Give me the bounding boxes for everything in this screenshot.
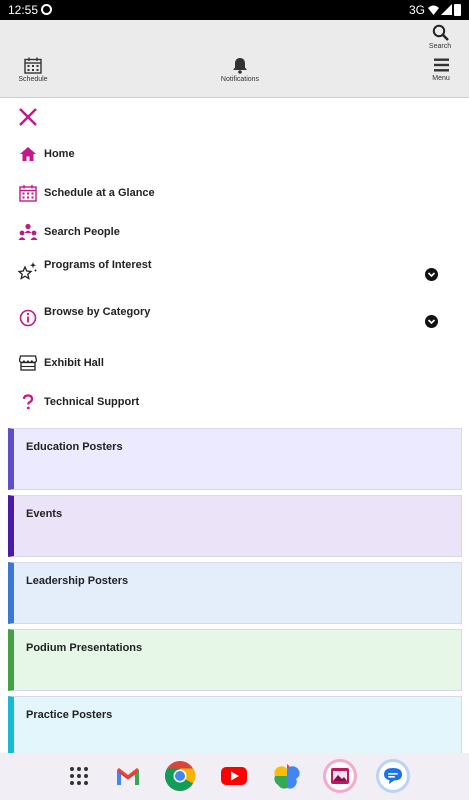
category-label: Podium Presentations bbox=[26, 642, 143, 654]
chrome-icon[interactable] bbox=[163, 759, 197, 793]
navigation-drawer: Home Schedule at a Glance Search People … bbox=[0, 98, 469, 753]
top-nav: Search Schedule Notifications Menu bbox=[0, 20, 469, 98]
schedule-button[interactable]: Schedule bbox=[14, 57, 52, 83]
app-drawer-icon[interactable] bbox=[62, 759, 96, 793]
home-icon bbox=[18, 144, 38, 164]
question-icon bbox=[18, 392, 38, 412]
menu-item-label: Exhibit Hall bbox=[44, 357, 104, 369]
battery-icon bbox=[454, 4, 461, 16]
status-bar: 12:55 3G bbox=[0, 0, 469, 20]
menu-item-exhibit-hall[interactable]: Exhibit Hall bbox=[18, 348, 458, 378]
app-dock bbox=[0, 753, 469, 800]
menu-item-label: Schedule at a Glance bbox=[44, 187, 155, 199]
menu-item-label: Browse by Category bbox=[44, 306, 151, 318]
bell-icon bbox=[233, 58, 247, 74]
notifications-button[interactable]: Notifications bbox=[212, 57, 268, 83]
calendar-icon bbox=[24, 57, 42, 74]
menu-item-search-people[interactable]: Search People bbox=[18, 217, 458, 247]
category-label: Leadership Posters bbox=[26, 575, 129, 587]
search-icon bbox=[432, 24, 449, 41]
menu-item-programs-of-interest[interactable]: Programs of Interest bbox=[18, 256, 458, 286]
people-icon bbox=[18, 222, 38, 242]
notifications-label: Notifications bbox=[220, 76, 260, 83]
category-label: Education Posters bbox=[26, 441, 123, 453]
youtube-icon[interactable] bbox=[217, 759, 251, 793]
signal-icon bbox=[441, 4, 452, 15]
search-button[interactable]: Search bbox=[425, 24, 455, 50]
close-icon[interactable] bbox=[17, 106, 39, 128]
info-icon bbox=[18, 308, 38, 328]
hamburger-icon bbox=[433, 58, 449, 72]
chevron-down-icon[interactable] bbox=[425, 268, 438, 281]
storefront-icon bbox=[18, 353, 38, 373]
calendar-icon bbox=[18, 183, 38, 203]
wifi-icon bbox=[428, 5, 439, 15]
chevron-down-icon[interactable] bbox=[425, 315, 438, 328]
gallery-icon[interactable] bbox=[323, 759, 357, 793]
menu-item-label: Home bbox=[44, 148, 75, 160]
menu-button[interactable]: Menu bbox=[426, 57, 456, 82]
clock: 12:55 bbox=[8, 3, 39, 17]
category-card-leadership-posters[interactable]: Leadership Posters bbox=[8, 562, 462, 624]
gmail-icon[interactable] bbox=[111, 759, 145, 793]
menu-item-label: Search People bbox=[44, 226, 120, 238]
menu-label: Menu bbox=[432, 75, 450, 82]
category-card-podium-presentations[interactable]: Podium Presentations bbox=[8, 629, 462, 691]
menu-item-home[interactable]: Home bbox=[18, 139, 458, 169]
notification-dot-icon bbox=[41, 4, 52, 15]
menu-item-label: Programs of Interest bbox=[44, 259, 152, 271]
menu-item-schedule-at-a-glance[interactable]: Schedule at a Glance bbox=[18, 178, 458, 208]
category-label: Events bbox=[26, 508, 63, 520]
search-label: Search bbox=[428, 43, 452, 50]
messages-icon[interactable] bbox=[376, 759, 410, 793]
schedule-label: Schedule bbox=[18, 76, 48, 83]
menu-item-label: Technical Support bbox=[44, 396, 140, 408]
sparkle-star-icon bbox=[18, 261, 38, 281]
category-card-practice-posters[interactable]: Practice Posters bbox=[8, 696, 462, 753]
photos-icon[interactable] bbox=[270, 759, 304, 793]
menu-item-technical-support[interactable]: Technical Support bbox=[18, 387, 458, 417]
category-label: Practice Posters bbox=[26, 709, 113, 721]
menu-item-browse-by-category[interactable]: Browse by Category bbox=[18, 303, 458, 333]
category-card-education-posters[interactable]: Education Posters bbox=[8, 428, 462, 490]
network-type: 3G bbox=[409, 3, 426, 17]
category-card-events[interactable]: Events bbox=[8, 495, 462, 557]
